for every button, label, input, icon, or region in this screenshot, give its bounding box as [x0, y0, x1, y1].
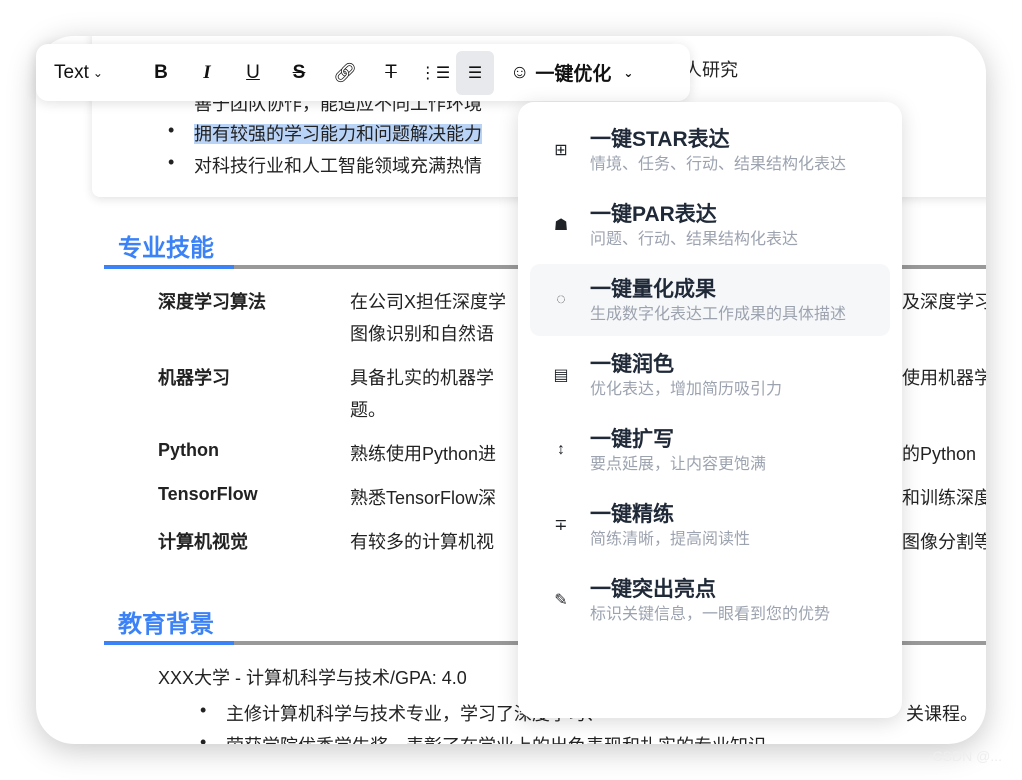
optimize-menu: ⊞ 一键STAR表达情境、任务、行动、结果结构化表达 ☗ 一键PAR表达问题、行动、… — [518, 102, 902, 718]
text-fragment: 人研究 — [684, 60, 738, 80]
menu-item-title: 一键扩写 — [590, 428, 674, 451]
menu-item-desc: 优化表达，增加简历吸引力 — [590, 381, 783, 398]
menu-item-title: 一键突出亮点 — [590, 578, 716, 601]
compress-icon: ∓ — [554, 517, 568, 534]
skill-desc: 图像分割等 — [902, 532, 986, 552]
menu-item-highlight[interactable]: ✎ 一键突出亮点标识关键信息，一眼看到您的优势 — [530, 564, 890, 636]
chevron-down-icon: ⌄ — [623, 65, 634, 80]
education-line: XXX大学 - 计算机科学与技术/GPA: 4.0 — [158, 668, 467, 688]
menu-item-title: 一键量化成果 — [590, 278, 716, 301]
bullet-list-icon: ☰ — [467, 64, 483, 82]
bullet-list-button[interactable]: ☰ — [456, 50, 494, 95]
bullet-item[interactable]: 对科技行业和人工智能领域充满热情 — [168, 152, 482, 178]
menu-item-title: 一键润色 — [590, 353, 674, 376]
skill-desc: 在公司X担任深度学 — [350, 292, 507, 312]
clear-format-button[interactable]: T — [368, 51, 414, 95]
skill-name: Python — [158, 440, 219, 460]
skill-desc: 及深度学习 — [902, 292, 986, 312]
skill-desc: 图像识别和自然语 — [350, 324, 494, 344]
text-fragment: 关课程。 — [906, 704, 978, 724]
selected-text[interactable]: 拥有较强的学习能力和问题解决能力 — [194, 124, 482, 144]
strikethrough-button[interactable]: S — [276, 51, 322, 95]
menu-item-desc: 情境、任务、行动、结果结构化表达 — [590, 156, 847, 173]
skill-desc: 有较多的计算机视 — [350, 532, 494, 552]
ordered-list-icon: ⋮☰ — [419, 64, 451, 82]
skill-desc: 的Python — [902, 444, 977, 464]
link-icon: 🔗︎ — [332, 62, 358, 84]
bold-button[interactable]: B — [138, 51, 184, 95]
italic-button[interactable]: I — [184, 51, 230, 95]
menu-item-desc: 生成数字化表达工作成果的具体描述 — [590, 306, 847, 323]
skill-desc: 熟练使用Python进 — [350, 444, 497, 464]
formatting-toolbar: Text ⌄ B I U S 🔗︎ T ⋮☰ ☰ ☺ 一键优化 ⌄ — [36, 44, 690, 101]
text-style-label: Text — [54, 61, 89, 83]
typewriter-icon: ▤ — [553, 367, 569, 384]
link-button[interactable]: 🔗︎ — [322, 51, 368, 95]
menu-item-par[interactable]: ☗ 一键PAR表达问题、行动、结果结构化表达 — [530, 189, 890, 261]
menu-item-title: 一键精练 — [590, 503, 674, 526]
menu-item-desc: 简练清晰，提高阅读性 — [590, 531, 751, 548]
menu-item-polish[interactable]: ▤ 一键润色优化表达，增加简历吸引力 — [530, 339, 890, 411]
section-title-skills: 专业技能 — [118, 235, 214, 262]
menu-item-quantify[interactable]: ◌ 一键量化成果生成数字化表达工作成果的具体描述 — [530, 264, 890, 336]
skill-name: 计算机视觉 — [158, 532, 248, 552]
skill-name: 深度学习算法 — [158, 292, 266, 312]
menu-item-desc: 问题、行动、结果结构化表达 — [590, 231, 799, 248]
ordered-list-button[interactable]: ⋮☰ — [414, 51, 456, 95]
quantify-icon: ◌ — [556, 291, 566, 308]
clear-format-icon: T — [385, 61, 397, 83]
skill-desc: 熟悉TensorFlow深 — [350, 488, 497, 508]
optimize-dropdown[interactable]: ☺ 一键优化 ⌄ — [510, 51, 633, 95]
watermark: CSDN @... — [932, 748, 1002, 764]
menu-item-desc: 标识关键信息，一眼看到您的优势 — [590, 606, 831, 623]
text-style-dropdown[interactable]: Text ⌄ — [54, 51, 118, 95]
menu-item-desc: 要点延展，让内容更饱满 — [590, 456, 767, 473]
skill-desc: 使用机器学 — [902, 368, 986, 388]
bullet-item: 荣获学院优秀学生奖，表彰了在学业上的出色表现和扎实的专业知识 — [200, 732, 766, 744]
menu-item-title: 一键PAR表达 — [590, 203, 717, 226]
grid-icon: ⊞ — [554, 142, 568, 159]
skill-name: 机器学习 — [158, 368, 230, 388]
skill-desc: 和训练深度 — [902, 488, 986, 508]
robot-icon: ☺ — [510, 61, 530, 83]
highlighter-icon: ✎ — [554, 592, 568, 609]
underline-button[interactable]: U — [230, 51, 276, 95]
chevron-down-icon: ⌄ — [92, 65, 103, 80]
skill-name: TensorFlow — [158, 484, 258, 504]
menu-item-title: 一键STAR表达 — [590, 128, 730, 151]
section-title-education: 教育背景 — [118, 611, 214, 638]
menu-item-expand[interactable]: ↕ 一键扩写要点延展，让内容更饱满 — [530, 414, 890, 486]
menu-item-star[interactable]: ⊞ 一键STAR表达情境、任务、行动、结果结构化表达 — [530, 114, 890, 186]
skill-desc: 具备扎实的机器学 — [350, 368, 494, 388]
menu-item-refine[interactable]: ∓ 一键精练简练清晰，提高阅读性 — [530, 489, 890, 561]
optimize-label: 一键优化 — [535, 64, 612, 85]
hierarchy-icon: ☗ — [553, 217, 569, 234]
expand-icon: ↕ — [557, 441, 565, 458]
skill-desc: 题。 — [350, 400, 386, 420]
